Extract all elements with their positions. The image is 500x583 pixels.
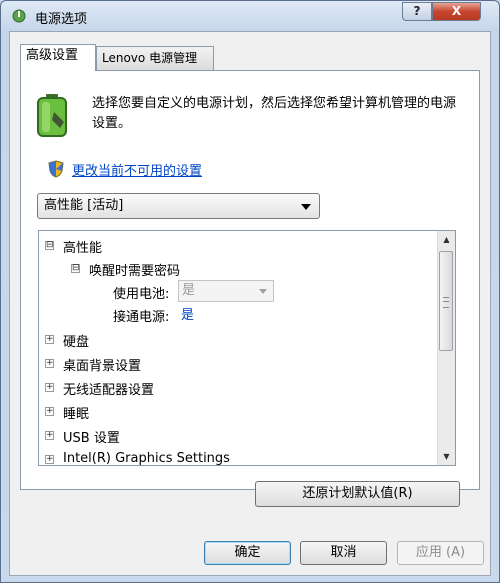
power-options-icon	[12, 9, 26, 23]
tree-node-usb-settings[interactable]: + USB 设置	[45, 427, 120, 446]
plugged-in-value[interactable]: 是	[181, 304, 194, 323]
tree-node-sleep[interactable]: + 睡眠	[45, 403, 89, 422]
tree-node-label: 唤醒时需要密码	[89, 264, 181, 279]
tree-node-label: 高性能	[63, 241, 103, 256]
expand-icon[interactable]: +	[45, 455, 54, 464]
scrollbar-thumb[interactable]	[439, 251, 453, 351]
tree-node-label: Intel(R) Graphics Settings	[63, 451, 230, 466]
dialog-client: 高级设置 Lenovo 电源管理 选择您要自定义的电源计划，然后选择您希望计算机…	[9, 31, 491, 576]
uac-shield-icon	[48, 160, 64, 178]
tree-node-label: 睡眠	[63, 407, 90, 422]
tree-scrollbar[interactable]: ▲ ▼	[437, 231, 455, 465]
tree-node-hard-disk[interactable]: + 硬盘	[45, 331, 89, 350]
apply-button[interactable]: 应用 (A)	[397, 541, 484, 565]
scroll-down-arrow-icon[interactable]: ▼	[438, 448, 455, 465]
change-unavailable-settings-link[interactable]: 更改当前不可用的设置	[72, 160, 202, 179]
description-text: 选择您要自定义的电源计划，然后选择您希望计算机管理的电源设置。	[92, 96, 457, 131]
on-battery-label: 使用电池:	[113, 287, 170, 302]
battery-icon	[37, 94, 67, 137]
tree-node-label: 无线适配器设置	[63, 383, 155, 398]
tab-advanced-settings[interactable]: 高级设置	[20, 44, 96, 71]
power-plan-value: 高性能 [活动]	[44, 198, 124, 213]
tree-node-label: USB 设置	[63, 431, 120, 446]
window-title: 电源选项	[35, 12, 88, 27]
on-battery-dropdown[interactable]: 是	[178, 280, 274, 302]
close-button[interactable]: X	[432, 2, 481, 21]
expand-icon[interactable]: +	[45, 335, 54, 344]
power-plan-dropdown[interactable]: 高性能 [活动]	[37, 193, 320, 219]
ok-button[interactable]: 确定	[204, 541, 291, 565]
help-button[interactable]: ?	[402, 2, 432, 21]
restore-plan-defaults-button[interactable]: 还原计划默认值(R)	[255, 481, 460, 507]
tree-node-label: 桌面背景设置	[63, 359, 142, 374]
chevron-down-icon	[259, 289, 267, 294]
tree-node-desktop-background[interactable]: + 桌面背景设置	[45, 355, 141, 374]
collapse-icon[interactable]: ⊟	[71, 264, 80, 273]
chevron-down-icon	[301, 204, 311, 210]
tree-node-plan[interactable]: ⊟ 高性能	[45, 237, 102, 256]
expand-icon[interactable]: +	[45, 383, 54, 392]
title-bar: 电源选项 ? X	[1, 1, 499, 31]
on-battery-value: 是	[182, 283, 196, 298]
tab-lenovo-power-management[interactable]: Lenovo 电源管理	[96, 46, 214, 70]
grip-icon	[443, 297, 449, 308]
power-options-window: 电源选项 ? X 高级设置 Lenovo 电源管理 选择您要自定义的电源计划，然…	[0, 0, 500, 583]
scroll-up-arrow-icon[interactable]: ▲	[438, 231, 455, 248]
expand-icon[interactable]: +	[45, 431, 54, 440]
settings-tree: ⊟ 高性能 ⊟ 唤醒时需要密码 使用电池: 是 接通电源: 是 + 硬盘 + 桌…	[38, 230, 456, 466]
tree-node-intel-graphics[interactable]: + Intel(R) Graphics Settings	[45, 451, 230, 466]
expand-icon[interactable]: +	[45, 359, 54, 368]
tree-node-wireless-adapter[interactable]: + 无线适配器设置	[45, 379, 154, 398]
tree-node-label: 硬盘	[63, 335, 90, 350]
tree-node-wake-password[interactable]: ⊟ 唤醒时需要密码	[71, 260, 180, 279]
expand-icon[interactable]: +	[45, 407, 54, 416]
plugged-in-label: 接通电源:	[113, 310, 170, 325]
collapse-icon[interactable]: ⊟	[45, 241, 54, 250]
cancel-button[interactable]: 取消	[300, 541, 387, 565]
